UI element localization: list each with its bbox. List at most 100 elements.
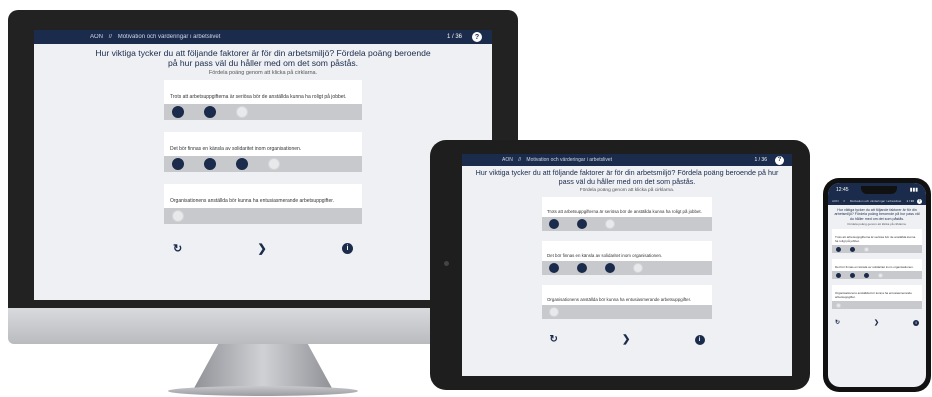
rating-circle-filled[interactable] [864, 272, 869, 278]
rating-circle-filled[interactable] [605, 263, 615, 273]
question-text: Hur viktiga tycker du att följande fakto… [475, 168, 779, 186]
statement-item: Organisationens anställda bör kunna ha e… [832, 285, 922, 310]
reset-icon[interactable]: ↻ [835, 319, 840, 326]
breadcrumb-home[interactable]: AON [832, 199, 839, 203]
breadcrumb: AON // Motivation och värderingar i arbe… [90, 34, 447, 40]
tablet-device: AON // Motivation och värderingar i arbe… [430, 140, 810, 390]
monitor-stand [193, 344, 333, 390]
tablet-camera [444, 261, 449, 266]
rating-circle-empty[interactable] [549, 307, 559, 317]
top-bar: AON // Motivation och värderingar i arbe… [828, 197, 926, 205]
rating-circle-filled[interactable] [577, 219, 587, 229]
phone-time: 12:45 [836, 187, 849, 193]
question-text: Hur viktiga tycker du att följande fakto… [834, 208, 920, 221]
statement-divider [542, 319, 712, 329]
statement-text: Trots att arbetsuppgifterna är seriösa b… [835, 235, 916, 244]
rating-track [832, 271, 922, 280]
progress-counter: 1 / 36 [754, 157, 767, 163]
statement-list: Trots att arbetsuppgifterna är seriösa b… [542, 197, 712, 329]
statement-item: Det bör finnas en känsla av solidaritet … [832, 259, 922, 280]
rating-circle-empty[interactable] [172, 210, 184, 222]
info-icon[interactable]: i [694, 334, 705, 345]
rating-circle-filled[interactable] [172, 106, 184, 118]
statement-divider [542, 275, 712, 285]
top-bar: AON // Motivation och värderingar i arbe… [34, 30, 492, 44]
breadcrumb-home[interactable]: AON [502, 157, 513, 163]
navigation-controls: ↻ ❯ i [173, 236, 353, 255]
rating-track [832, 301, 922, 310]
rating-circle-empty[interactable] [878, 272, 883, 278]
reset-icon[interactable]: ↻ [173, 242, 182, 255]
monitor-foot [168, 386, 358, 396]
rating-track [164, 104, 362, 120]
statement-text: Organisationens anställda bör kunna ha e… [170, 198, 334, 204]
breadcrumb-current[interactable]: Motivation och värderingar i arbetslivet [850, 199, 901, 203]
phone-notch [861, 186, 898, 194]
statement-divider [164, 224, 362, 236]
help-icon[interactable]: ? [917, 198, 922, 204]
rating-circle-filled[interactable] [577, 263, 587, 273]
rating-circle-filled[interactable] [836, 246, 841, 252]
statement-item: Organisationens anställda bör kunna ha e… [164, 184, 362, 224]
rating-track [542, 217, 712, 231]
statement-item: Trots att arbetsuppgifterna är seriösa b… [832, 229, 922, 254]
statement-divider [164, 120, 362, 132]
rating-circle-empty[interactable] [268, 158, 280, 170]
info-icon[interactable]: i [913, 319, 919, 326]
rating-circle-filled[interactable] [236, 158, 248, 170]
info-icon[interactable]: i [342, 243, 353, 254]
tablet-screen: AON // Motivation och värderingar i arbe… [462, 154, 792, 376]
breadcrumb-separator: // [843, 199, 846, 203]
rating-track [164, 208, 362, 224]
rating-circle-filled[interactable] [204, 106, 216, 118]
top-bar: AON // Motivation och värderingar i arbe… [462, 154, 792, 166]
next-icon[interactable]: ❯ [622, 334, 630, 345]
statement-text: Trots att arbetsuppgifterna är seriösa b… [547, 209, 702, 214]
rating-track [164, 156, 362, 172]
breadcrumb-current[interactable]: Motivation och värderingar i arbetslivet [118, 34, 221, 40]
breadcrumb-current[interactable]: Motivation och värderingar i arbetslivet [526, 157, 612, 163]
rating-circle-empty[interactable] [236, 106, 248, 118]
rating-circle-filled[interactable] [204, 158, 216, 170]
instruction-text: Fördela poäng genom att klicka på cirkla… [847, 222, 907, 227]
phone-screen: 12:45 ▮▮▮ AON // Motivation och värderin… [828, 183, 926, 387]
statement-text: Det bör finnas en känsla av solidaritet … [547, 253, 663, 258]
statement-text: Trots att arbetsuppgifterna är seriösa b… [170, 94, 347, 100]
progress-counter: 1 / 36 [446, 34, 462, 40]
navigation-controls: ↻ ❯ i [835, 315, 919, 326]
rating-circle-filled[interactable] [549, 219, 559, 229]
statement-text: Organisationens anställda bör kunna ha e… [835, 291, 912, 300]
phone-status-bar: 12:45 ▮▮▮ [828, 183, 926, 197]
rating-circle-filled[interactable] [850, 272, 855, 278]
question-text: Hur viktiga tycker du att följande fakto… [95, 48, 431, 68]
help-icon[interactable]: ? [472, 32, 482, 42]
rating-track [832, 245, 922, 254]
reset-icon[interactable]: ↻ [550, 334, 558, 345]
rating-circle-filled[interactable] [836, 272, 841, 278]
navigation-controls: ↻ ❯ i [550, 329, 705, 345]
breadcrumb-separator: // [108, 34, 113, 40]
statement-item: Det bör finnas en känsla av solidaritet … [164, 132, 362, 172]
breadcrumb: AON // Motivation och värderingar i arbe… [832, 199, 906, 203]
statement-divider [542, 231, 712, 241]
breadcrumb-home[interactable]: AON [90, 34, 103, 40]
next-icon[interactable]: ❯ [874, 319, 879, 326]
rating-circle-empty[interactable] [836, 302, 841, 308]
statement-item: Organisationens anställda bör kunna ha e… [542, 285, 712, 319]
next-icon[interactable]: ❯ [258, 242, 267, 255]
breadcrumb-separator: // [518, 157, 522, 163]
statement-text: Organisationens anställda bör kunna ha e… [547, 297, 692, 302]
statement-item: Trots att arbetsuppgifterna är seriösa b… [542, 197, 712, 231]
rating-circle-empty[interactable] [633, 263, 643, 273]
help-icon[interactable]: ? [775, 155, 784, 165]
rating-circle-empty[interactable] [864, 246, 869, 252]
statement-list: Trots att arbetsuppgifterna är seriösa b… [164, 80, 362, 236]
rating-circle-filled[interactable] [172, 158, 184, 170]
monitor-screen: AON // Motivation och värderingar i arbe… [34, 30, 492, 300]
rating-circle-filled[interactable] [549, 263, 559, 273]
rating-circle-empty[interactable] [605, 219, 615, 229]
signal-battery-icon: ▮▮▮ [909, 187, 918, 193]
rating-circle-filled[interactable] [850, 246, 855, 252]
breadcrumb: AON // Motivation och värderingar i arbe… [502, 157, 754, 163]
instruction-text: Fördela poäng genom att klicka på cirkla… [208, 70, 318, 76]
